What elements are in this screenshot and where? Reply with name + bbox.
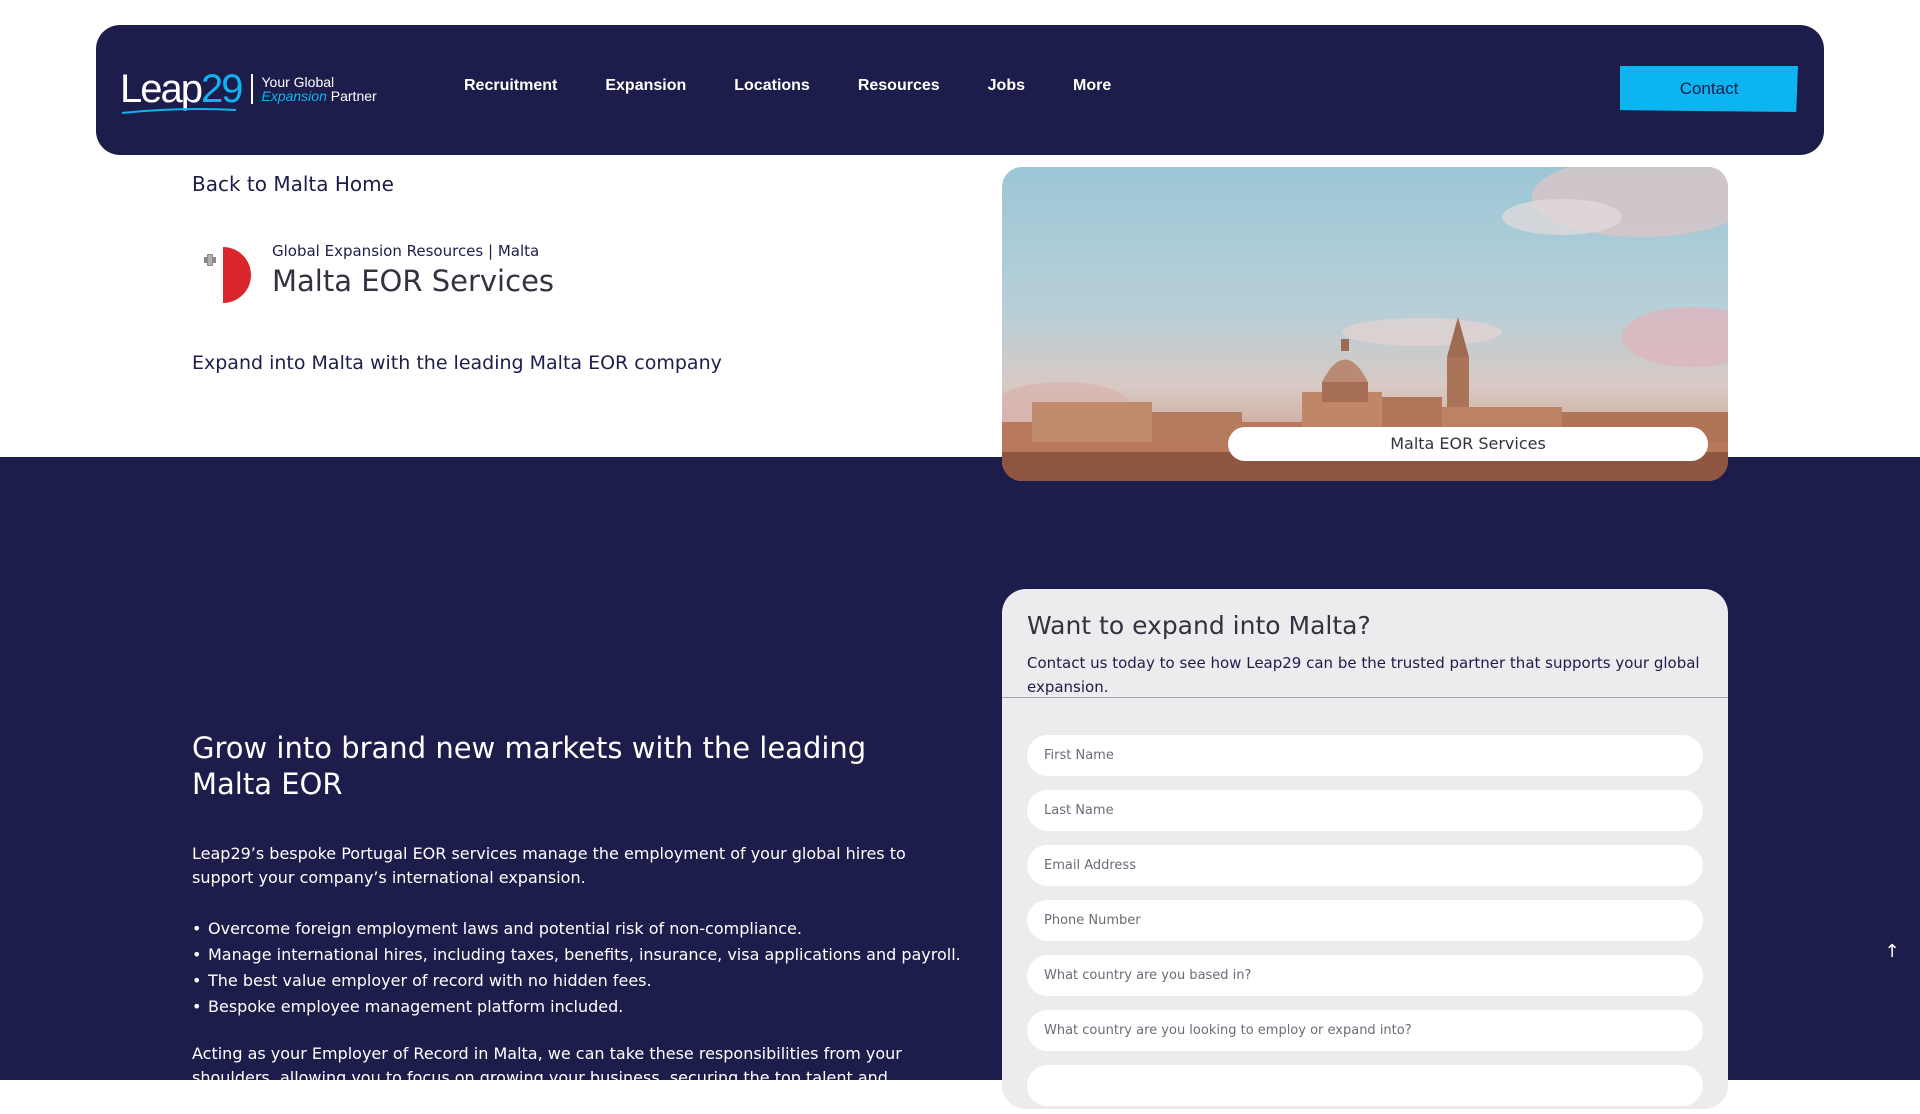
email-input[interactable] [1027, 845, 1703, 886]
contact-button[interactable]: Contact [1620, 66, 1798, 112]
page-title: Malta EOR Services [272, 264, 555, 298]
arrow-up-icon[interactable]: ↑ [1880, 940, 1904, 964]
contact-form-card: Want to expand into Malta? Contact us to… [1002, 589, 1728, 1109]
back-to-malta-home-link[interactable]: Back to Malta Home [192, 172, 394, 196]
tagline-expansion: Expansion [261, 88, 327, 104]
section-heading: Grow into brand new markets with the lea… [192, 731, 867, 801]
logo-tagline: Your Global Expansion Partner [261, 75, 376, 103]
last-name-input[interactable] [1027, 790, 1703, 831]
logo-swoosh-icon [121, 108, 237, 114]
main-menu: Recruitment Expansion Locations Resource… [464, 77, 1159, 95]
phone-input[interactable] [1027, 900, 1703, 941]
logo-wordmark: Leap29 [120, 67, 243, 114]
breadcrumb-eyebrow: Global Expansion Resources | Malta [272, 242, 540, 260]
menu-item-resources[interactable]: Resources [858, 77, 940, 95]
malta-flag-icon [195, 247, 251, 303]
next-form-field[interactable] [1027, 1065, 1703, 1106]
benefits-list: Overcome foreign employment laws and pot… [192, 916, 961, 1020]
outro-paragraph: Acting as your Employer of Record in Mal… [192, 1044, 902, 1111]
tagline-partner: Partner [330, 88, 377, 104]
valletta-skyline-image: Malta EOR Services [1002, 167, 1728, 481]
menu-item-jobs[interactable]: Jobs [988, 77, 1025, 95]
menu-item-expansion[interactable]: Expansion [605, 77, 686, 95]
menu-item-recruitment[interactable]: Recruitment [464, 77, 557, 95]
expand-into-country-input[interactable] [1027, 1010, 1703, 1051]
image-caption: Malta EOR Services [1228, 427, 1708, 461]
form-subtitle: Contact us today to see how Leap29 can b… [1027, 654, 1700, 696]
list-item: Manage international hires, including ta… [192, 942, 961, 968]
leap29-logo[interactable]: Leap29 Your Global Expansion Partner [120, 67, 377, 114]
first-name-input[interactable] [1027, 735, 1703, 776]
form-title: Want to expand into Malta? [1027, 611, 1371, 640]
list-item: Bespoke employee management platform inc… [192, 994, 961, 1020]
tagline-line1: Your Global [261, 74, 335, 90]
top-navigation: Leap29 Your Global Expansion Partner Rec… [96, 25, 1824, 155]
george-cross-icon [204, 254, 216, 266]
list-item: The best value employer of record with n… [192, 968, 961, 994]
hero-tagline: Expand into Malta with the leading Malta… [192, 352, 722, 374]
logo-number: 29 [200, 67, 243, 111]
list-item: Overcome foreign employment laws and pot… [192, 916, 961, 942]
logo-word: Leap [120, 67, 203, 111]
menu-item-locations[interactable]: Locations [734, 77, 810, 95]
based-in-country-input[interactable] [1027, 955, 1703, 996]
logo-separator [251, 74, 254, 104]
menu-item-more[interactable]: More [1073, 77, 1111, 95]
intro-paragraph: Leap29’s bespoke Portugal EOR services m… [192, 844, 906, 887]
form-divider [1002, 697, 1728, 698]
